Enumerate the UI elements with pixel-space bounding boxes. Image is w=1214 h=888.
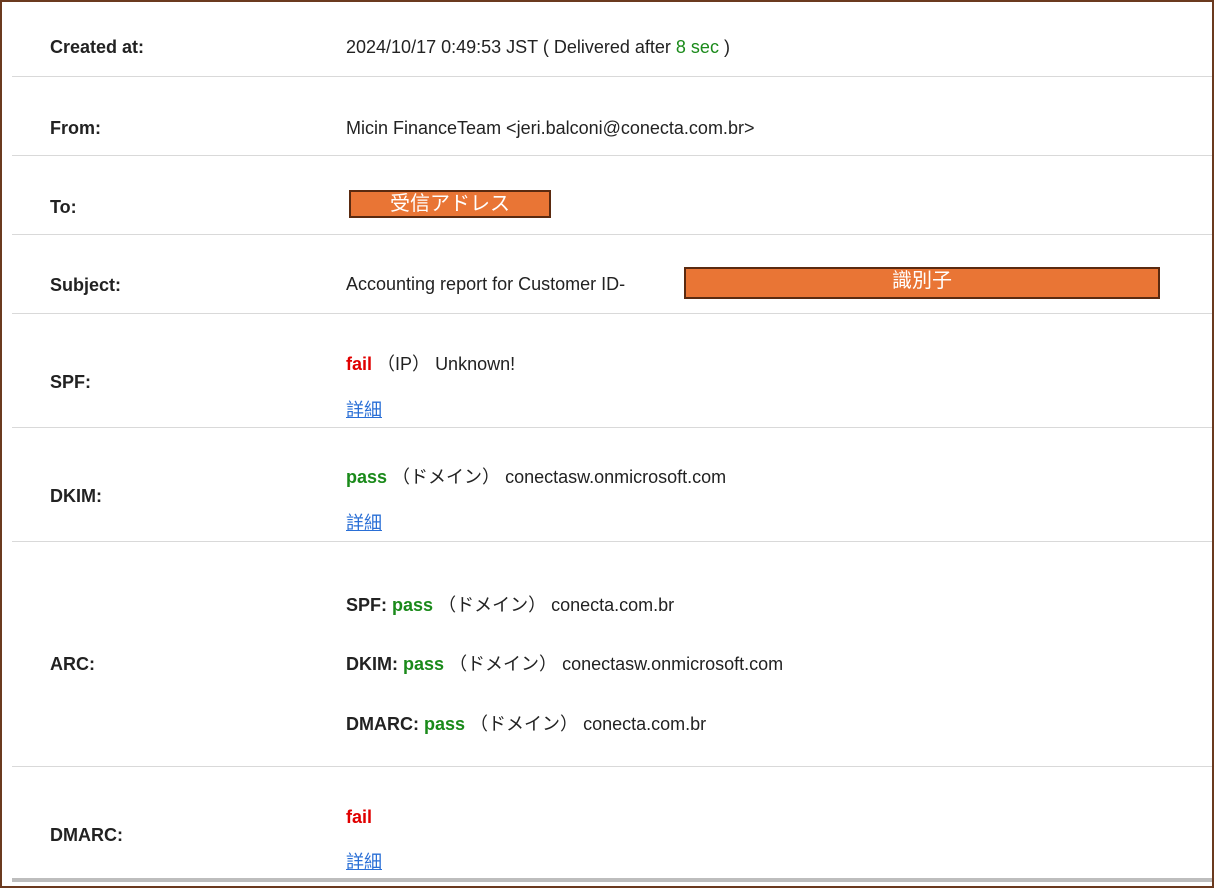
arc-dmarc-kind: （ドメイン） bbox=[470, 714, 579, 734]
row-dmarc: DMARC: fail 詳細 bbox=[12, 767, 1212, 879]
spf-kind: （IP） bbox=[377, 354, 431, 374]
from-label: From: bbox=[50, 118, 101, 138]
to-label: To: bbox=[50, 197, 77, 217]
arc-spf-kind: （ドメイン） bbox=[438, 595, 547, 615]
delivered-prefix: ( Delivered after bbox=[542, 37, 671, 57]
dkim-result: pass （ドメイン） conectasw.onmicrosoft.com bbox=[346, 466, 726, 488]
dmarc-status: fail bbox=[346, 807, 373, 827]
spf-label: SPF: bbox=[50, 372, 92, 392]
arc-spf-name: SPF: bbox=[346, 595, 388, 615]
spf-details-link[interactable]: 詳細 bbox=[346, 399, 382, 421]
arc-dmarc-name: DMARC: bbox=[346, 714, 419, 734]
arc-dmarc-line: DMARC: pass （ドメイン） conecta.com.br bbox=[346, 713, 706, 735]
arc-dkim-kind: （ドメイン） bbox=[449, 654, 558, 674]
row-spf: SPF: fail （IP） Unknown! 詳細 bbox=[12, 314, 1212, 428]
spf-status: fail bbox=[346, 354, 373, 374]
subject-redaction-box: 識別子 bbox=[684, 267, 1160, 299]
from-value: Micin FinanceTeam <jeri.balconi@conecta.… bbox=[346, 118, 755, 138]
dkim-label: DKIM: bbox=[50, 486, 102, 506]
arc-label: ARC: bbox=[50, 654, 95, 674]
row-from: From: Micin FinanceTeam <jeri.balconi@co… bbox=[12, 77, 1212, 156]
spf-result: fail （IP） Unknown! bbox=[346, 353, 515, 375]
row-dkim: DKIM: pass （ドメイン） conectasw.onmicrosoft.… bbox=[12, 428, 1212, 542]
to-redaction-box: 受信アドレス bbox=[349, 190, 551, 218]
arc-dkim-name: DKIM: bbox=[346, 654, 398, 674]
created-at-label: Created at: bbox=[50, 37, 145, 57]
arc-dmarc-status: pass bbox=[424, 714, 466, 734]
spf-detail: Unknown! bbox=[435, 354, 516, 374]
arc-spf-line: SPF: pass （ドメイン） conecta.com.br bbox=[346, 594, 674, 616]
delivery-time: 8 sec bbox=[675, 37, 719, 57]
dkim-details-link[interactable]: 詳細 bbox=[346, 512, 382, 534]
created-datetime: 2024/10/17 0:49:53 JST bbox=[346, 37, 538, 57]
arc-dkim-detail: conectasw.onmicrosoft.com bbox=[562, 654, 784, 674]
delivered-suffix: ) bbox=[723, 37, 730, 57]
bottom-scroll-edge bbox=[12, 878, 1212, 882]
dkim-kind: （ドメイン） bbox=[392, 467, 501, 487]
dkim-status: pass bbox=[346, 467, 388, 487]
arc-dkim-line: DKIM: pass （ドメイン） conectasw.onmicrosoft.… bbox=[346, 653, 783, 675]
arc-dkim-status: pass bbox=[403, 654, 445, 674]
dkim-detail: conectasw.onmicrosoft.com bbox=[505, 467, 727, 487]
email-header-panel: Created at: 2024/10/17 0:49:53 JST ( Del… bbox=[0, 0, 1214, 888]
arc-spf-status: pass bbox=[392, 595, 434, 615]
subject-label: Subject: bbox=[50, 275, 122, 295]
created-at-value: 2024/10/17 0:49:53 JST ( Delivered after… bbox=[346, 36, 730, 58]
row-to: To: 受信アドレス bbox=[12, 156, 1212, 235]
dmarc-details-link[interactable]: 詳細 bbox=[346, 851, 382, 873]
row-arc: ARC: SPF: pass （ドメイン） conecta.com.br DKI… bbox=[12, 542, 1212, 767]
row-subject: Subject: Accounting report for Customer … bbox=[12, 235, 1212, 314]
subject-value: Accounting report for Customer ID- bbox=[346, 274, 626, 294]
dmarc-label: DMARC: bbox=[50, 825, 123, 845]
arc-dmarc-detail: conecta.com.br bbox=[583, 714, 707, 734]
arc-spf-detail: conecta.com.br bbox=[551, 595, 675, 615]
row-created-at: Created at: 2024/10/17 0:49:53 JST ( Del… bbox=[12, 2, 1212, 77]
